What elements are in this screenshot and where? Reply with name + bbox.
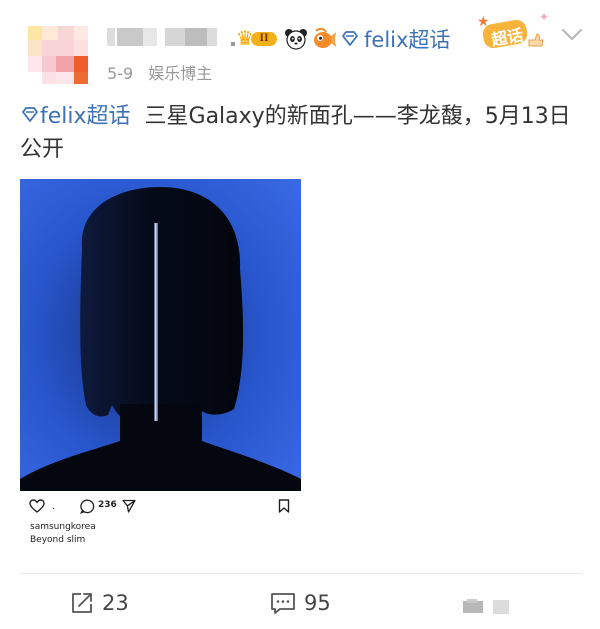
avatar[interactable] [28,26,92,90]
vip-level-badge[interactable]: ♛ II [236,27,277,51]
like-button[interactable] [463,599,511,615]
divider [20,573,582,574]
username-blurred[interactable] [107,28,239,46]
diamond-icon [342,31,358,46]
ig-comment-count: 236 [98,500,117,510]
post-date: 5-9 [107,64,134,83]
comment-bubble-icon[interactable] [80,499,95,514]
user-badges: ♛ II felix超话 [236,19,450,59]
ig-caption: Beyond slim [30,535,86,545]
panda-icon[interactable] [284,27,308,51]
supertopic-link[interactable]: felix超话 [340,24,450,54]
share-icon [72,593,92,613]
post-topic-link[interactable]: felix超话 [20,104,131,129]
supertopic-badge[interactable]: ★ ✦ 超话 [477,10,551,50]
share-button[interactable]: 23 [70,588,129,618]
author-role: 娱乐博主 [148,64,213,83]
silhouette-illustration [20,179,301,491]
comment-button[interactable]: 95 [270,588,331,618]
comment-count: 95 [304,591,331,615]
share-count: 23 [102,591,129,615]
goldfish-icon[interactable] [312,27,336,51]
post-body: felix超话 三星Galaxy的新面孔——李龙馥，5月13日公开 [20,100,580,166]
sparkle-icon: ✦ [539,10,550,24]
chevron-down-icon[interactable] [560,26,584,42]
ig-username: samsungkorea [30,522,96,532]
ig-like-count: . [52,501,56,512]
comment-icon [271,593,295,614]
post-topic-name: felix超话 [40,104,131,129]
diamond-icon [22,107,38,122]
bookmark-icon[interactable] [278,499,290,513]
post-meta: 5-9 娱乐博主 [107,60,212,84]
post-image[interactable] [20,179,301,491]
heart-icon[interactable] [29,499,45,513]
thumb-icon [528,33,544,47]
embedded-ig-actions: . 236 [20,496,301,518]
send-icon[interactable] [122,499,136,513]
supertopic-name: felix超话 [364,28,451,52]
level-label: II [251,32,277,46]
